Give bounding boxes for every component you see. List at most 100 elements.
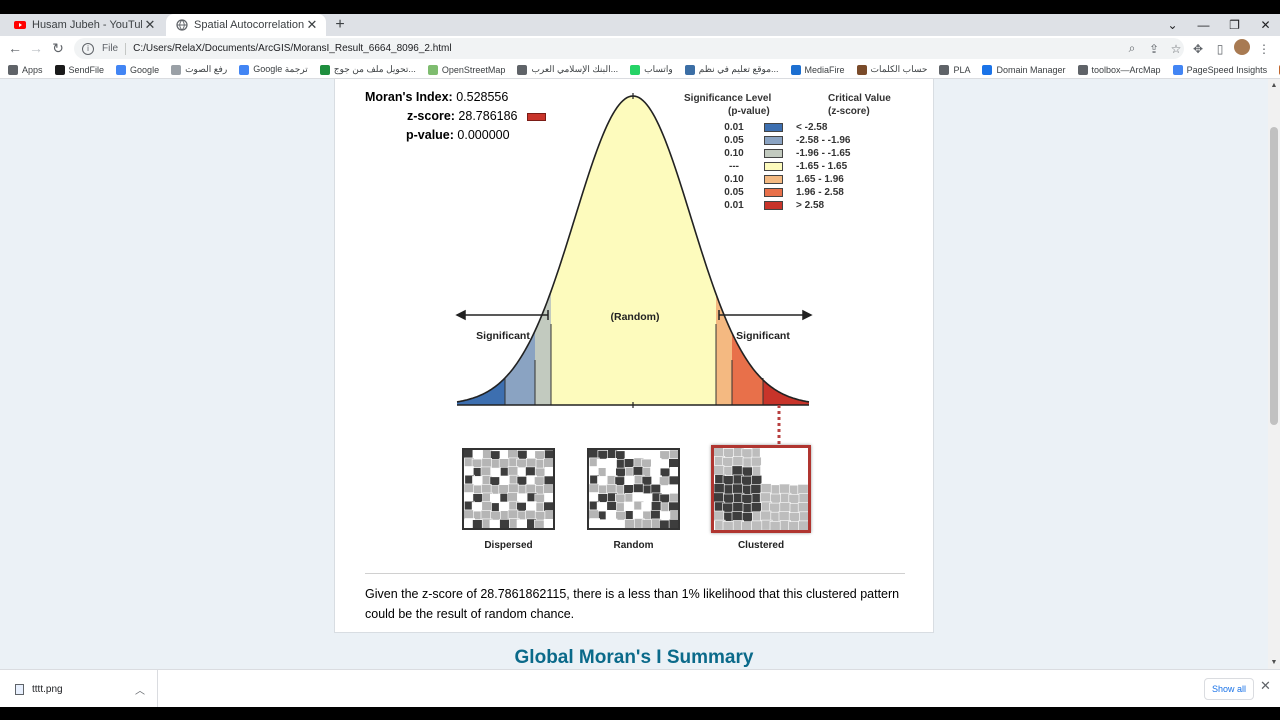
close-icon[interactable]: ✕ xyxy=(142,17,158,33)
map-cell xyxy=(507,509,519,520)
tab-search-icon[interactable]: ⌄ xyxy=(1157,18,1188,32)
legend-sig-header: Significance Level xyxy=(684,93,772,104)
back-icon[interactable]: ← xyxy=(4,36,26,61)
legend-swatch xyxy=(764,201,783,210)
legend-swatch xyxy=(764,123,783,132)
map-cell xyxy=(464,466,474,477)
browser-window: Husam Jubeh - YouTube ✕ Spatial Autocorr… xyxy=(0,0,1280,720)
legend-z-value: 1.65 - 1.96 xyxy=(796,174,844,185)
map-cell xyxy=(480,509,492,521)
bookmark-item[interactable]: تحويل ملف من جوج... xyxy=(319,64,416,75)
bookmark-item[interactable]: MediaFire xyxy=(790,64,845,75)
legend-p-value: 0.10 xyxy=(724,148,744,159)
map-cell xyxy=(731,511,743,522)
map-cell xyxy=(464,509,474,520)
forward-icon[interactable]: → xyxy=(25,36,47,61)
show-all-button[interactable]: Show all xyxy=(1204,678,1254,700)
map-cell xyxy=(464,483,475,494)
map-cell xyxy=(632,492,643,503)
bookmark-item[interactable]: Domain Manager xyxy=(982,64,1066,75)
map-cell xyxy=(623,501,635,512)
sendfile-icon xyxy=(54,64,65,75)
map-cell xyxy=(633,483,644,494)
bookmark-item[interactable]: Apps xyxy=(8,64,43,75)
legend-z-value: -2.58 - -1.96 xyxy=(796,135,851,146)
bookmark-item[interactable]: SendFile xyxy=(54,64,105,75)
map-cell xyxy=(534,519,545,528)
zoom-icon[interactable]: ⌕ xyxy=(1121,41,1143,56)
new-tab-button[interactable]: + xyxy=(332,14,348,36)
globe-icon xyxy=(684,64,695,75)
info-icon[interactable]: i xyxy=(82,42,94,55)
map-cell xyxy=(750,484,762,495)
bookmark-item[interactable]: البنك الإسلامي العرب... xyxy=(517,64,618,75)
map-cell xyxy=(750,502,762,514)
map-cell xyxy=(499,519,510,528)
bookmark-label: toolbox—ArcMap xyxy=(1091,64,1161,75)
map-cell xyxy=(760,510,772,522)
legend-z-value: < -2.58 xyxy=(796,122,828,133)
star-icon[interactable]: ☆ xyxy=(1165,42,1187,56)
extensions-icon[interactable]: ✥ xyxy=(1187,42,1209,56)
map-cell xyxy=(778,465,790,477)
bookmark-item[interactable]: toolbox—ArcMap xyxy=(1077,64,1161,75)
legend-swatch xyxy=(764,136,783,145)
bookmark-label: البنك الإسلامي العرب... xyxy=(531,64,619,74)
bookmark-item[interactable]: حساب الكلمات xyxy=(856,64,927,75)
minimize-icon[interactable]: — xyxy=(1188,18,1219,32)
map-cell xyxy=(759,492,771,504)
chevron-up-icon[interactable]: ︿ xyxy=(135,682,145,697)
legend-crit-subheader: (z-score) xyxy=(828,106,870,117)
bookmark-label: SendFile xyxy=(68,64,105,75)
scrollbar-thumb[interactable] xyxy=(1270,127,1278,425)
address-bar[interactable]: i File C:/Users/RelaX/Documents/ArcGIS/M… xyxy=(74,38,1184,59)
bookmark-item[interactable]: PLA xyxy=(939,64,970,75)
scroll-down-icon[interactable]: ▼ xyxy=(1270,659,1278,666)
download-item[interactable]: tttt.png ︿ xyxy=(10,670,158,708)
bookmark-item[interactable]: رفع الصوت xyxy=(171,64,227,75)
menu-icon[interactable]: ⋮ xyxy=(1253,42,1275,56)
legend-p-value: 0.01 xyxy=(724,122,744,133)
close-icon[interactable]: ✕ xyxy=(1260,678,1271,694)
legend-swatch xyxy=(764,188,783,197)
scroll-up-icon[interactable]: ▲ xyxy=(1270,82,1278,89)
bookmark-item[interactable]: واتساب xyxy=(630,64,673,75)
side-panel-icon[interactable]: ▯ xyxy=(1209,42,1231,56)
map-cell xyxy=(732,483,744,495)
legend-p-value: 0.10 xyxy=(724,174,744,185)
map-cell xyxy=(797,456,808,468)
map-cell xyxy=(507,450,518,460)
band-dispersed-010 xyxy=(535,96,551,405)
map-cell xyxy=(798,448,808,459)
map-cell xyxy=(589,466,599,477)
map-cell xyxy=(668,458,678,469)
map-cell xyxy=(623,484,634,495)
bookmark-item[interactable]: PageSpeed Insights xyxy=(1172,64,1267,75)
map-cell xyxy=(669,492,678,504)
band-dispersed-001 xyxy=(457,96,505,405)
bookmarks-bar: Apps SendFile Google رفع الصوت Google ترجمة ت… xyxy=(0,61,1280,79)
bookmark-item[interactable]: موقع تعليم في نظم... xyxy=(684,64,779,75)
bookmark-item[interactable]: Google xyxy=(116,64,159,75)
share-icon[interactable]: ⇪ xyxy=(1143,42,1165,56)
url-divider xyxy=(125,42,127,55)
bookmark-label: رفع الصوت xyxy=(185,64,228,74)
map-cell xyxy=(714,510,725,522)
significant-right-label: Significant xyxy=(736,330,790,342)
close-icon[interactable]: ✕ xyxy=(304,17,320,33)
random-map-image xyxy=(589,450,678,528)
map-cell xyxy=(543,484,553,495)
profile-avatar[interactable] xyxy=(1231,39,1253,58)
map-cell xyxy=(543,519,553,528)
domain-icon xyxy=(982,64,993,75)
tab-youtube[interactable]: Husam Jubeh - YouTube ✕ xyxy=(4,14,164,36)
map-cell xyxy=(614,519,626,528)
tab-report[interactable]: Spatial Autocorrelation Report ✕ xyxy=(166,14,326,36)
reload-icon[interactable]: ↻ xyxy=(47,36,69,61)
page-scrollbar[interactable]: ▲ ▼ xyxy=(1268,79,1280,669)
window-close-icon[interactable]: ✕ xyxy=(1250,18,1280,32)
bookmark-item[interactable]: Google ترجمة xyxy=(239,64,308,75)
bookmark-item[interactable]: OpenStreetMap xyxy=(427,64,505,75)
map-cell xyxy=(544,450,553,460)
restore-icon[interactable]: ❐ xyxy=(1219,18,1250,32)
